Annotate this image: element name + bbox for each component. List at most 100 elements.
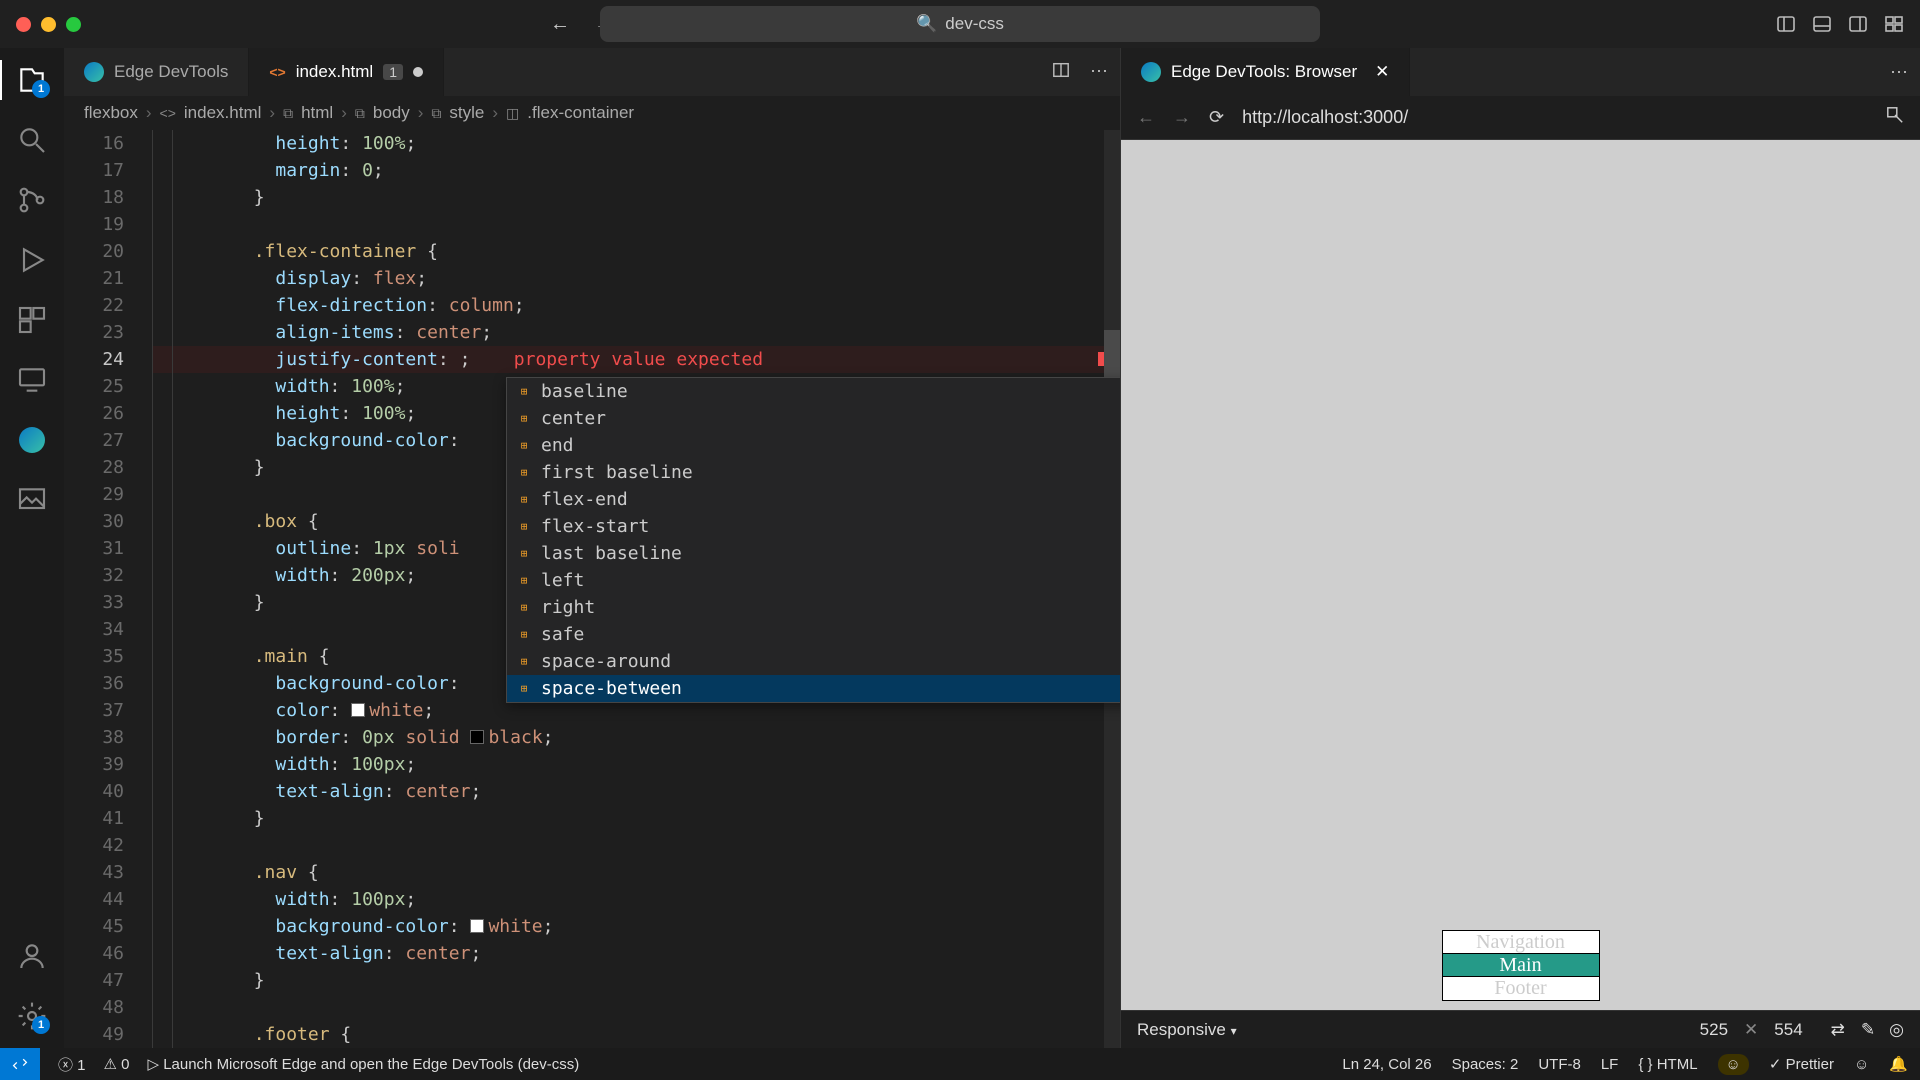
problems-warnings[interactable]: ⚠ 0 [104,1055,130,1073]
autocomplete-item[interactable]: ⊞left [507,567,1120,594]
preview-footer-box: Footer [1443,977,1599,1000]
edge-icon [84,62,104,82]
tab-label: index.html [296,62,373,82]
split-editor-icon[interactable] [1052,61,1070,84]
viewport-height[interactable]: 554 [1774,1020,1802,1040]
autocomplete-item[interactable]: ⊞right [507,594,1120,621]
tab-index-html[interactable]: <> index.html 1 [249,48,444,96]
symbol-icon: ⧉ [355,105,365,122]
activity-bar: 1 1 [0,48,64,1048]
device-toolbar: Responsive ▾ 525 ✕ 554 ⇄ ✎ ◎ [1121,1010,1920,1048]
symbol-icon: ⧉ [283,105,293,122]
autocomplete-item[interactable]: ⊞last baseline [507,540,1120,567]
language-mode[interactable]: { } HTML [1638,1056,1697,1073]
remote-explorer-icon[interactable] [16,364,48,396]
more-actions-icon[interactable]: ⋯ [1890,62,1908,83]
status-bar: ⓧ 1 ⚠ 0 ▷ Launch Microsoft Edge and open… [0,1048,1920,1080]
line-gutter: 1617181920212223242526272829303132333435… [64,130,152,1048]
autocomplete-item[interactable]: ⊞space-between [507,675,1120,702]
copilot-status-icon[interactable]: ☺ [1718,1054,1749,1075]
maximize-window-icon[interactable] [66,17,81,32]
main-area: 1 1 Edge DevTools <> index.html 1 ⋯ flexbo… [0,48,1920,1048]
debug-launch[interactable]: ▷ Launch Microsoft Edge and open the Edg… [147,1055,579,1073]
eol-status[interactable]: LF [1601,1056,1619,1073]
viewport-width[interactable]: 525 [1700,1020,1728,1040]
browser-forward-icon[interactable]: → [1173,107,1191,128]
edge-tools-icon[interactable] [16,424,48,456]
rotate-icon[interactable]: ⇄ [1831,1020,1845,1040]
settings-badge: 1 [32,1016,50,1034]
autocomplete-popup[interactable]: ⊞baseline⊞center⊞end⊞first baseline⊞flex… [506,377,1120,703]
crumb-body[interactable]: body [373,103,410,123]
problems-errors[interactable]: ⓧ 1 [58,1054,86,1075]
account-icon[interactable] [16,940,48,972]
tab-label: Edge DevTools: Browser [1171,62,1357,82]
panel-right-icon[interactable] [1848,14,1868,34]
html-file-icon: <> [269,64,285,80]
autocomplete-item[interactable]: ⊞space-around [507,648,1120,675]
browser-viewport: Navigation Main Footer [1121,140,1920,1010]
explorer-icon[interactable]: 1 [16,64,48,96]
inspect-icon[interactable] [1886,106,1904,129]
eyedropper-icon[interactable]: ✎ [1861,1020,1875,1040]
panel-bottom-icon[interactable] [1812,14,1832,34]
tab-modified-count: 1 [383,64,403,80]
search-icon: 🔍 [916,14,937,34]
run-debug-icon[interactable] [16,244,48,276]
edge-icon [1141,62,1161,82]
feedback-icon[interactable]: ☺ [1854,1056,1869,1073]
tab-edge-browser[interactable]: Edge DevTools: Browser ✕ [1121,48,1410,96]
dimension-separator-icon: ✕ [1744,1020,1758,1040]
search-label: dev-css [945,14,1004,34]
crumb-folder[interactable]: flexbox [84,103,138,123]
title-bar: ← → 🔍 dev-css [0,0,1920,48]
prettier-status[interactable]: ✓ Prettier [1769,1055,1834,1073]
crumb-file[interactable]: index.html [184,103,261,123]
more-actions-icon[interactable]: ⋯ [1090,61,1108,84]
autocomplete-item[interactable]: ⊞baseline [507,378,1120,405]
minimize-window-icon[interactable] [41,17,56,32]
extensions-icon[interactable] [16,304,48,336]
nav-back-icon[interactable]: ← [550,13,570,36]
target-icon[interactable]: ◎ [1889,1020,1904,1040]
breadcrumbs[interactable]: flexbox› <>index.html› ⧉html› ⧉body› ⧉st… [64,96,1120,130]
preview-main-box: Main [1443,954,1599,977]
indent-status[interactable]: Spaces: 2 [1452,1056,1519,1073]
url-field[interactable]: http://localhost:3000/ [1242,107,1868,128]
browser-tabs: Edge DevTools: Browser ✕ ⋯ [1121,48,1920,96]
crumb-html[interactable]: html [301,103,333,123]
html-file-icon: <> [160,105,176,121]
browser-pane: Edge DevTools: Browser ✕ ⋯ ← → ⟳ http://l… [1120,48,1920,1048]
close-window-icon[interactable] [16,17,31,32]
preview-navigation-box: Navigation [1443,931,1599,954]
autocomplete-item[interactable]: ⊞end [507,432,1120,459]
encoding-status[interactable]: UTF-8 [1538,1056,1581,1073]
tab-actions: ⋯ [1890,62,1908,83]
command-center[interactable]: 🔍 dev-css [600,6,1320,42]
remote-indicator-icon[interactable] [0,1048,40,1080]
image-icon[interactable] [16,484,48,516]
tab-edge-devtools[interactable]: Edge DevTools [64,48,249,96]
editor-group: Edge DevTools <>index.html1 ⋯ flexbox› <… [64,48,1120,1048]
crumb-selector[interactable]: .flex-container [527,103,634,123]
autocomplete-item[interactable]: ⊞center [507,405,1120,432]
autocomplete-item[interactable]: ⊞flex-start [507,513,1120,540]
dirty-indicator-icon [413,67,423,77]
notifications-icon[interactable]: 🔔 [1889,1055,1908,1073]
autocomplete-item[interactable]: ⊞safe [507,621,1120,648]
search-activity-icon[interactable] [16,124,48,156]
layout-grid-icon[interactable] [1884,14,1904,34]
browser-back-icon[interactable]: ← [1137,107,1155,128]
autocomplete-item[interactable]: ⊞flex-end [507,486,1120,513]
crumb-style[interactable]: style [449,103,484,123]
source-control-icon[interactable] [16,184,48,216]
code-editor[interactable]: 1617181920212223242526272829303132333435… [64,130,1120,1048]
cursor-position[interactable]: Ln 24, Col 26 [1342,1056,1431,1073]
responsive-mode[interactable]: Responsive ▾ [1137,1020,1237,1040]
panel-left-icon[interactable] [1776,14,1796,34]
tab-label: Edge DevTools [114,62,228,82]
close-tab-icon[interactable]: ✕ [1375,62,1389,82]
settings-gear-icon[interactable]: 1 [16,1000,48,1032]
autocomplete-item[interactable]: ⊞first baseline [507,459,1120,486]
browser-reload-icon[interactable]: ⟳ [1209,107,1224,128]
